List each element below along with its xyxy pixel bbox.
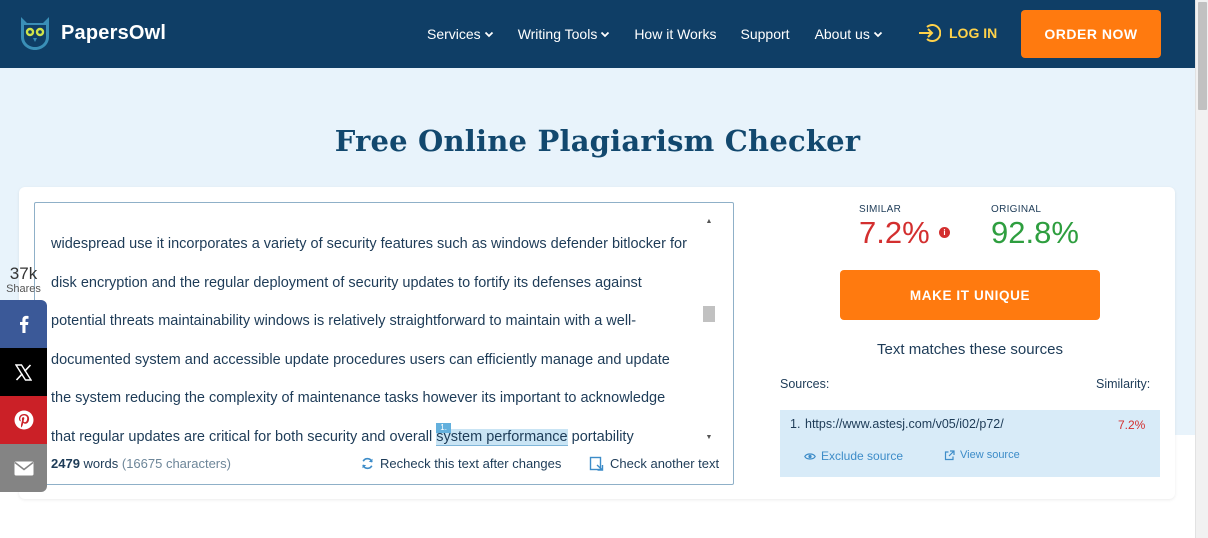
refresh-icon: [362, 457, 373, 470]
editor-line: disk encryption and the regular deployme…: [51, 274, 642, 291]
source-similarity: 7.2%: [1118, 418, 1146, 432]
source-item: 1. https://www.astesj.com/v05/i02/p72/ 7…: [780, 410, 1160, 477]
editor-line: that regular updates are critical for bo…: [51, 418, 703, 448]
share-count-label: Shares: [6, 283, 41, 295]
logo[interactable]: PapersOwl: [18, 15, 166, 51]
similarity-label: Similarity:: [1096, 377, 1151, 391]
login-link[interactable]: LOG IN: [918, 23, 997, 43]
share-email-button[interactable]: [0, 444, 47, 492]
highlight-tag: 1.: [436, 422, 451, 433]
site-header: PapersOwl Services Writing Tools How it …: [0, 0, 1195, 68]
page-scrollbar-thumb[interactable]: [1198, 2, 1207, 110]
editor-line: potential threats maintainability window…: [51, 313, 637, 329]
nav-writing-tools[interactable]: Writing Tools: [518, 26, 611, 42]
editor-scrollbar[interactable]: ▲ ▼: [702, 215, 716, 443]
share-count: 37k Shares: [0, 265, 47, 296]
word-count: 2479 words (16675 characters): [51, 456, 231, 471]
share-count-value: 37k: [9, 264, 38, 283]
nav-services-label: Services: [427, 26, 481, 42]
exclude-source-button[interactable]: Exclude source: [804, 449, 903, 463]
editor-line-text: that regular updates are critical for bo…: [51, 428, 437, 445]
owl-logo-icon: [21, 17, 49, 50]
facebook-icon: [19, 315, 28, 333]
source-url[interactable]: https://www.astesj.com/v05/i02/p72/: [805, 417, 1004, 431]
similar-percentage: 7.2%: [859, 215, 930, 250]
scroll-up-icon[interactable]: ▲: [702, 215, 716, 227]
share-pinterest-button[interactable]: [0, 396, 47, 444]
original-percentage: 92.8%: [991, 215, 1079, 250]
login-label: LOG IN: [949, 25, 998, 41]
check-another-button[interactable]: Check another text: [589, 456, 719, 471]
character-count: (16675 characters): [121, 456, 231, 471]
sources-label: Sources:: [780, 377, 830, 391]
share-facebook-button[interactable]: [0, 300, 47, 348]
recheck-button[interactable]: Recheck this text after changes: [361, 456, 561, 471]
check-another-label: Check another text: [610, 456, 720, 471]
page-title: Free Online Plagiarism Checker: [334, 124, 861, 158]
exclude-source-label: Exclude source: [821, 449, 904, 463]
info-icon[interactable]: i: [939, 227, 950, 238]
brand-name: PapersOwl: [61, 21, 167, 44]
new-document-icon: [589, 456, 604, 471]
x-icon: [15, 363, 32, 381]
editor-scroll-track[interactable]: [702, 227, 716, 431]
nav-support[interactable]: Support: [741, 26, 790, 42]
editor-line: widespread use it incorporates a variety…: [51, 236, 687, 252]
recheck-label: Recheck this text after changes: [380, 456, 562, 471]
nav-how-it-works-label: How it Works: [634, 26, 717, 42]
order-now-button[interactable]: ORDER NOW: [1021, 10, 1161, 58]
pinterest-icon: [14, 410, 33, 430]
eye-icon: [804, 452, 816, 460]
editor-footer: 2479 words (16675 characters) Recheck th…: [51, 456, 721, 474]
chevron-down-icon: [873, 31, 882, 38]
word-count-value: 2479: [51, 456, 80, 471]
highlight-text: system performance: [436, 428, 568, 445]
view-source-link[interactable]: View source: [944, 449, 1020, 461]
text-editor[interactable]: widespread use it incorporates a variety…: [34, 202, 734, 485]
editor-line-text: portability: [567, 428, 634, 445]
nav-services[interactable]: Services: [427, 26, 494, 42]
login-icon: [919, 24, 941, 42]
view-source-label: View source: [960, 449, 1020, 461]
nav-about-us[interactable]: About us: [815, 26, 883, 42]
matches-heading: Text matches these sources: [877, 341, 1063, 358]
nav-how-it-works[interactable]: How it Works: [634, 26, 716, 42]
email-icon: [14, 461, 33, 475]
nav-writing-tools-label: Writing Tools: [517, 26, 598, 42]
make-it-unique-button[interactable]: MAKE IT UNIQUE: [840, 270, 1100, 320]
nav-about-us-label: About us: [814, 26, 870, 42]
chevron-down-icon: [601, 31, 610, 38]
original-label: ORIGINAL: [991, 204, 1042, 215]
editor-line: documented system and accessible update …: [51, 351, 670, 368]
editor-scroll-thumb[interactable]: [703, 306, 715, 322]
share-x-button[interactable]: [0, 348, 47, 396]
main-nav: Services Writing Tools How it Works Supp…: [427, 0, 883, 68]
word-count-label: words: [83, 456, 119, 471]
editor-text[interactable]: widespread use it incorporates a variety…: [51, 213, 703, 447]
clipped-line: [51, 213, 703, 225]
nav-support-label: Support: [740, 26, 790, 42]
editor-line: the system reducing the complexity of ma…: [51, 390, 666, 406]
chevron-down-icon: [484, 31, 493, 38]
plagiarism-highlight[interactable]: 1. system performance: [436, 422, 568, 446]
scroll-down-icon[interactable]: ▼: [702, 431, 716, 443]
similar-label: SIMILAR: [859, 204, 902, 215]
external-link-icon: [944, 449, 955, 460]
page-scrollbar[interactable]: [1195, 0, 1208, 538]
source-number: 1.: [790, 417, 801, 431]
